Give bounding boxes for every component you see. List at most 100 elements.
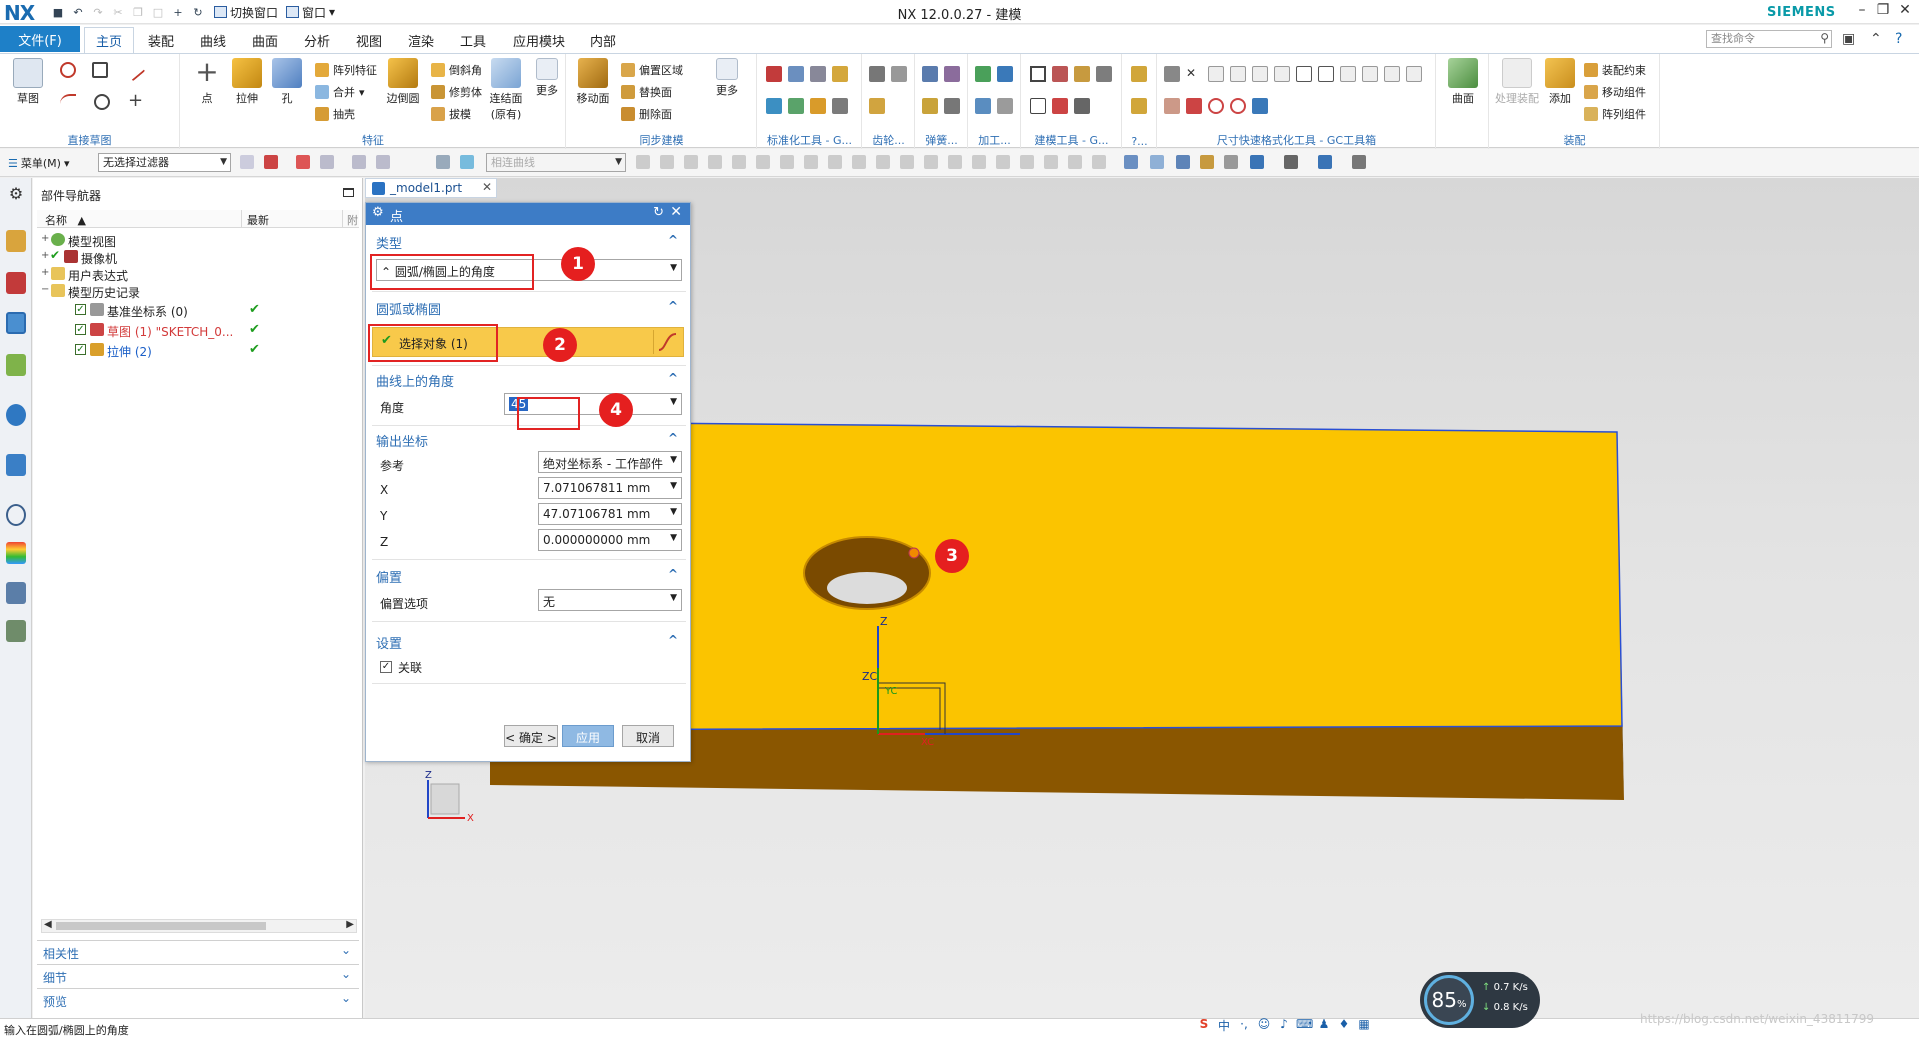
spring-tool-1-icon[interactable] xyxy=(922,66,938,82)
redo-icon[interactable]: ↷ xyxy=(90,4,106,20)
web-browser-icon[interactable] xyxy=(6,454,26,476)
x-coordinate-input[interactable]: 7.071067811 mm ▼ xyxy=(538,477,682,499)
view-orient-icon[interactable] xyxy=(1318,155,1332,169)
punctuation-icon[interactable]: ·, xyxy=(1236,1017,1252,1033)
toolbox-icon[interactable]: ▦ xyxy=(1356,1017,1372,1033)
ime-mode[interactable]: 中 xyxy=(1216,1017,1232,1033)
tab-internal[interactable]: 内部 xyxy=(582,27,624,53)
select-tool-4-icon[interactable] xyxy=(320,155,334,169)
machining-tool-3-icon[interactable] xyxy=(975,98,991,114)
tab-surface[interactable]: 曲面 xyxy=(244,27,286,53)
tree-row-sketch[interactable]: ✓ 草图 (1) "SKETCH_0... ✔ xyxy=(37,320,359,340)
snap-5-icon[interactable] xyxy=(732,155,746,169)
dim-tool-7-icon[interactable] xyxy=(1296,66,1312,82)
snap-9-icon[interactable] xyxy=(828,155,842,169)
hd3d-tools-icon[interactable] xyxy=(6,404,26,426)
dim-tool-16-icon[interactable] xyxy=(1230,98,1246,114)
snap-12-icon[interactable] xyxy=(900,155,914,169)
add-component-button[interactable]: 添加 xyxy=(1542,58,1578,106)
dim-tool-6-icon[interactable] xyxy=(1274,66,1290,82)
chamfer-button[interactable]: 倒斜角 xyxy=(431,62,482,78)
surface-button[interactable]: 曲面 xyxy=(1441,58,1485,106)
skin-icon[interactable]: ♦ xyxy=(1336,1017,1352,1033)
misc-tool-2-icon[interactable] xyxy=(1131,98,1147,114)
std-tool-8-icon[interactable] xyxy=(832,98,848,114)
collapse-type-icon[interactable]: ^ xyxy=(668,233,678,247)
snap-10-icon[interactable] xyxy=(852,155,866,169)
view-4-icon[interactable] xyxy=(1200,155,1214,169)
navigator-hscrollbar[interactable]: ◀ ▶ xyxy=(41,919,357,933)
dim-tool-15-icon[interactable] xyxy=(1208,98,1224,114)
arc-icon[interactable] xyxy=(60,94,76,110)
maximize-icon[interactable] xyxy=(343,188,354,197)
std-tool-2-icon[interactable] xyxy=(788,66,804,82)
scroll-left-icon[interactable]: ◀ xyxy=(44,919,52,930)
snap-20-icon[interactable] xyxy=(1092,155,1106,169)
collapse-angle-icon[interactable]: ^ xyxy=(668,371,678,385)
draft-button[interactable]: 拔模 xyxy=(431,106,471,122)
point-small-icon[interactable]: + xyxy=(128,92,144,110)
collapse-output-icon[interactable]: ^ xyxy=(668,431,678,445)
window-menu-button[interactable]: 窗口 ▾ xyxy=(286,4,335,21)
join-face-button[interactable]: 连结面(原有) xyxy=(483,58,529,122)
process-studio-icon[interactable] xyxy=(6,582,26,604)
collapse-icon[interactable]: − xyxy=(41,284,50,295)
visibility-checkbox[interactable]: ✓ xyxy=(75,304,86,315)
std-tool-3-icon[interactable] xyxy=(810,66,826,82)
copy-icon[interactable]: ❐ xyxy=(130,4,146,20)
machining-tool-4-icon[interactable] xyxy=(997,98,1013,114)
offset-region-button[interactable]: 偏置区域 xyxy=(621,62,683,78)
gear-tool-1-icon[interactable] xyxy=(869,66,885,82)
dim-tool-9-icon[interactable] xyxy=(1340,66,1356,82)
extrude-button[interactable]: 拉伸 xyxy=(225,58,269,106)
restore-icon[interactable]: ❐ xyxy=(1873,2,1893,18)
search-icon[interactable]: ⚲ xyxy=(1820,30,1829,46)
collapse-offset-icon[interactable]: ^ xyxy=(668,567,678,581)
collapse-ribbon-icon[interactable]: ⌃ xyxy=(1870,31,1882,47)
expand-icon[interactable]: + xyxy=(41,267,50,278)
view-2-icon[interactable] xyxy=(1150,155,1164,169)
pattern-component-button[interactable]: 阵列组件 xyxy=(1584,106,1646,122)
more-feature-button[interactable]: 更多 xyxy=(531,58,563,98)
panel-dependencies[interactable]: 相关性 ⌄ xyxy=(37,940,359,962)
render-style-icon[interactable] xyxy=(1284,155,1298,169)
chevron-down-icon[interactable]: ▼ xyxy=(670,397,677,407)
point-button[interactable]: + 点 xyxy=(185,58,229,106)
sogou-ime-icon[interactable]: S xyxy=(1196,1017,1212,1033)
modeling-tool-7-icon[interactable] xyxy=(1074,98,1090,114)
select-tool-7-icon[interactable] xyxy=(436,155,450,169)
col-latest-header[interactable]: 最新 xyxy=(247,212,269,228)
network-speed-widget[interactable]: 85% ↑ 0.7 K/s ↓ 0.8 K/s xyxy=(1420,972,1540,1028)
dim-tool-x-icon[interactable]: ✕ xyxy=(1186,66,1202,82)
section-angle-header[interactable]: 曲线上的角度 xyxy=(376,371,454,390)
gear-tool-3-icon[interactable] xyxy=(869,98,885,114)
roles-icon[interactable] xyxy=(6,620,26,642)
snap-3-icon[interactable] xyxy=(684,155,698,169)
view-6-icon[interactable] xyxy=(1250,155,1264,169)
settings-gear-icon[interactable]: ⚙ xyxy=(6,184,26,206)
select-tool-2-icon[interactable] xyxy=(264,155,278,169)
dim-tool-14-icon[interactable] xyxy=(1186,98,1202,114)
scroll-thumb[interactable] xyxy=(56,922,266,930)
select-tool-6-icon[interactable] xyxy=(376,155,390,169)
repeat-command-icon[interactable]: ↻ xyxy=(190,4,206,20)
emoji-icon[interactable]: ☺ xyxy=(1256,1017,1272,1033)
edge-blend-button[interactable]: 边倒圆 xyxy=(381,58,425,106)
std-tool-1-icon[interactable] xyxy=(766,66,782,82)
modeling-tool-4-icon[interactable] xyxy=(1096,66,1112,82)
column-divider[interactable] xyxy=(342,210,343,228)
tree-row-model-history[interactable]: − 模型历史记录 xyxy=(37,281,359,301)
snap-4-icon[interactable] xyxy=(708,155,722,169)
circle-icon[interactable] xyxy=(94,94,110,110)
rotate-view-icon[interactable] xyxy=(1176,155,1190,169)
close-tab-icon[interactable]: ✕ xyxy=(482,180,492,194)
process-assembly-button[interactable]: 处理装配 xyxy=(1494,58,1540,106)
dim-tool-13-icon[interactable] xyxy=(1164,98,1180,114)
view-5-icon[interactable] xyxy=(1224,155,1238,169)
add-icon[interactable]: + xyxy=(170,4,186,20)
system-materials-icon[interactable] xyxy=(6,542,26,564)
shell-button[interactable]: 抽壳 xyxy=(315,106,355,122)
menu-button[interactable]: ☰ 菜单(M) ▾ xyxy=(8,155,69,171)
dialog-title-bar[interactable]: ⚙ 点 ↻ ✕ xyxy=(366,203,690,225)
minimize-icon[interactable]: – xyxy=(1852,2,1872,18)
